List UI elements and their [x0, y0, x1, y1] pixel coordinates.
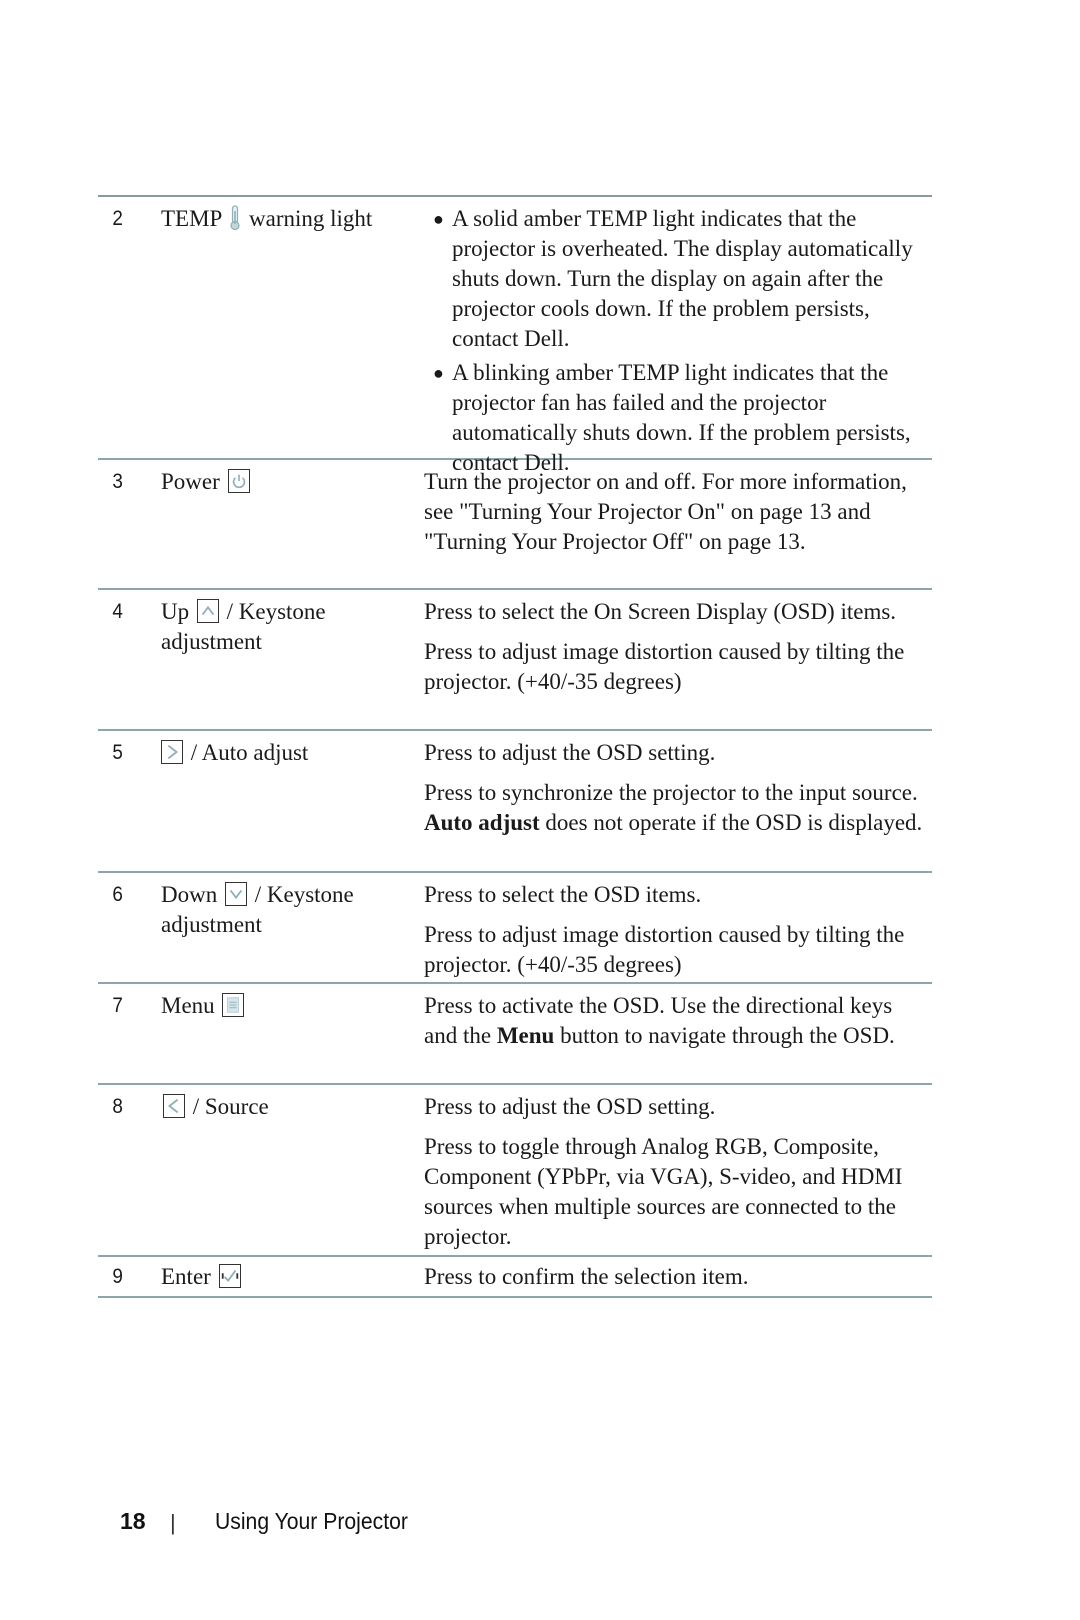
row-label: Down / Keystone adjustment	[161, 882, 354, 937]
table-row: 4 Up / Keystone adjustment Press to sele…	[98, 590, 932, 731]
power-icon	[227, 469, 250, 493]
right-arrow-icon	[161, 740, 183, 764]
row-description: Press to adjust the OSD setting. Press t…	[424, 1094, 903, 1249]
row-label: Enter	[161, 1261, 424, 1290]
footer-separator: |	[170, 1510, 176, 1535]
menu-icon	[222, 993, 245, 1017]
row-number: 4	[112, 600, 123, 623]
page-number: 18	[120, 1508, 146, 1534]
row-description: Press to select the OSD items. Press to …	[424, 882, 905, 977]
row-number: 7	[112, 994, 123, 1017]
left-arrow-icon	[163, 1094, 185, 1118]
row-label: TEMP warning light	[161, 205, 373, 231]
down-arrow-icon	[224, 882, 247, 906]
thermometer-icon	[229, 205, 241, 231]
row-description: Press to activate the OSD. Use the direc…	[424, 993, 895, 1048]
row-description: ● A solid amber TEMP light indicates that…	[424, 203, 932, 475]
table-row: 2 TEMP warning light ● A solid amber TEMP…	[98, 197, 932, 475]
enter-check-icon	[218, 1264, 241, 1288]
section-title: Using Your Projector	[215, 1508, 408, 1534]
row-description: Press to confirm the selection item.	[424, 1264, 749, 1289]
table-row: 9 Enter Press to confirm the selection i…	[98, 1257, 932, 1298]
row-number: 5	[112, 741, 123, 764]
control-panel-table: 2 TEMP warning light ● A solid amber TEMP…	[98, 195, 932, 1298]
bullet-item: ● A solid amber TEMP light indicates that…	[433, 206, 913, 351]
row-label: Up / Keystone adjustment	[161, 599, 326, 654]
table-row: 5 / Auto adjust Press to adjust the OSD …	[98, 731, 932, 873]
table-row: 7 Menu Press to activate the OSD. Use th…	[98, 984, 932, 1085]
bullet-icon: ●	[433, 363, 444, 383]
row-label: Menu	[161, 990, 424, 1077]
row-number: 9	[112, 1265, 123, 1288]
table-row: 3 Power Turn the projector on and off. F…	[98, 460, 932, 590]
row-number: 3	[112, 470, 123, 493]
row-description: Press to select the On Screen Display (O…	[424, 599, 905, 694]
table-row: 6 Down / Keystone adjustment Press to se…	[98, 873, 932, 984]
bullet-item: ● A blinking amber TEMP light indicates t…	[433, 360, 911, 475]
row-number: 6	[112, 883, 123, 906]
row-label: Power	[161, 466, 424, 582]
row-number: 2	[112, 207, 123, 230]
table-row: 8 / Source Press to adjust the OSD setti…	[98, 1085, 932, 1257]
bullet-icon: ●	[433, 209, 444, 229]
row-number: 8	[112, 1095, 123, 1118]
row-description: Press to adjust the OSD setting. Press t…	[424, 740, 923, 835]
row-label: / Auto adjust	[161, 737, 424, 865]
up-arrow-icon	[196, 599, 219, 623]
row-description: Turn the projector on and off. For more …	[424, 469, 907, 554]
row-label: / Source	[161, 1091, 424, 1249]
